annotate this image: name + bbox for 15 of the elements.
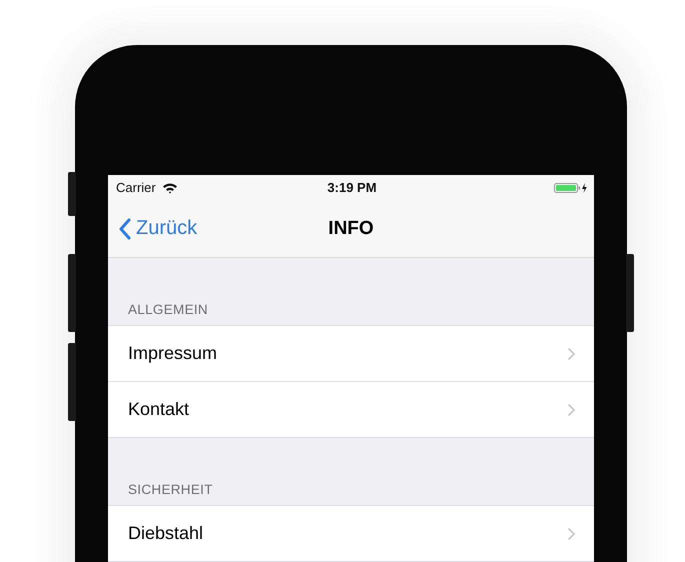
chevron-left-icon: [118, 218, 132, 240]
clock-time: 3:19 PM: [327, 180, 377, 195]
section-header: SICHERHEIT: [127, 482, 214, 499]
list-row[interactable]: Kontakt: [108, 381, 594, 437]
chevron-right-icon: [567, 402, 576, 416]
carrier-label: Carrier: [116, 180, 156, 195]
list-row[interactable]: Impressum: [108, 326, 594, 381]
screen-title: INFO: [328, 218, 374, 240]
wifi-icon: [162, 182, 178, 194]
section-header: ALLGEMEIN: [127, 302, 209, 319]
chevron-right-icon: [567, 346, 576, 360]
battery-charging-icon: [554, 182, 588, 194]
list-row[interactable]: Diebstahl: [108, 506, 594, 561]
back-button[interactable]: Zurück: [108, 217, 198, 240]
chevron-right-icon: [567, 526, 576, 540]
